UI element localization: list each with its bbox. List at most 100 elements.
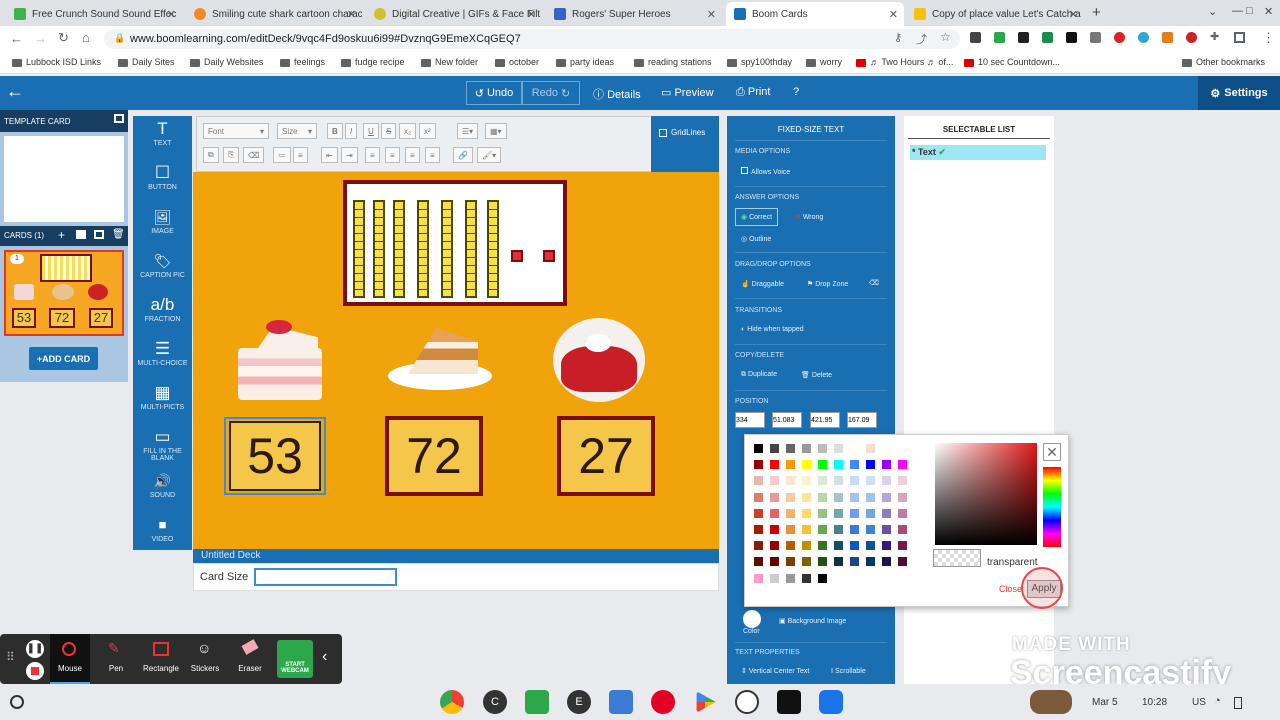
- background-image-button[interactable]: ▣ Background Image: [779, 617, 846, 625]
- color-swatch[interactable]: [753, 443, 764, 454]
- color-swatch[interactable]: [817, 443, 828, 454]
- undo-button[interactable]: ↺ Undo: [466, 81, 522, 105]
- minimize-icon[interactable]: —: [1232, 5, 1243, 17]
- color-swatch[interactable]: [817, 524, 828, 535]
- wifi-icon[interactable]: ◔: [1214, 695, 1221, 707]
- close-icon[interactable]: ✕: [527, 8, 536, 21]
- bookmark-item[interactable]: feelings: [280, 57, 325, 67]
- close-icon[interactable]: ✕: [1069, 8, 1078, 21]
- bookmark-item[interactable]: New folder: [421, 57, 478, 67]
- transparent-swatch[interactable]: [933, 549, 981, 567]
- stickers-tool-button[interactable]: ☺ Stickers: [186, 634, 224, 684]
- color-swatch[interactable]: [753, 475, 764, 487]
- align-left-icon[interactable]: ≡: [365, 147, 380, 163]
- color-swatch[interactable]: [849, 443, 860, 454]
- color-swatch[interactable]: [881, 556, 892, 568]
- reload-icon[interactable]: ↻: [58, 30, 69, 46]
- close-icon[interactable]: ✕: [707, 8, 716, 21]
- browser-tab[interactable]: Rogers' Super Heroes ✕: [546, 2, 722, 26]
- color-swatch[interactable]: [801, 459, 812, 471]
- tool-fill-blank[interactable]: ▭ FILL IN THE BLANK: [133, 424, 192, 472]
- color-swatch[interactable]: [817, 491, 828, 503]
- color-swatch[interactable]: [897, 491, 908, 503]
- avatar[interactable]: [1030, 690, 1072, 714]
- battery-icon[interactable]: [1234, 697, 1242, 709]
- browser-tab-active[interactable]: Boom Cards ✕: [726, 2, 904, 26]
- color-swatch[interactable]: [753, 556, 764, 568]
- pinterest-icon[interactable]: [651, 690, 675, 714]
- image-icon[interactable]: [76, 230, 86, 239]
- copy-format-icon[interactable]: ⧉: [203, 147, 219, 163]
- color-swatch[interactable]: [865, 524, 876, 535]
- panda-app-icon[interactable]: [735, 690, 759, 714]
- color-swatch[interactable]: [753, 459, 764, 471]
- color-swatch[interactable]: [897, 475, 908, 487]
- color-swatch[interactable]: [817, 507, 828, 519]
- pen-tool-button[interactable]: ✎ Pen: [96, 634, 136, 684]
- rectangle-tool-button[interactable]: Rectangle: [140, 634, 182, 684]
- tool-fraction[interactable]: a/b FRACTION: [133, 292, 192, 336]
- correct-button[interactable]: ◉ Correct: [735, 208, 779, 226]
- extension-icon[interactable]: [1186, 32, 1197, 43]
- italic-icon[interactable]: I: [345, 123, 358, 139]
- color-swatch[interactable]: [817, 459, 828, 471]
- extension-icon[interactable]: [970, 32, 981, 43]
- new-tab-icon[interactable]: +: [1092, 4, 1101, 21]
- align-right-icon[interactable]: ≡: [405, 147, 420, 163]
- subscript-icon[interactable]: x₂: [399, 123, 417, 139]
- duplicate-button[interactable]: ⧉ Duplicate: [741, 371, 777, 379]
- bookmark-item[interactable]: 10 sec Countdown...: [964, 57, 1060, 67]
- color-swatch[interactable]: [881, 540, 892, 552]
- strawberry-cake-image[interactable]: [234, 318, 326, 402]
- bold-icon[interactable]: B: [327, 123, 343, 139]
- bookmark-item[interactable]: party ideas: [556, 57, 614, 67]
- selectable-list-item[interactable]: * Text ✔: [910, 145, 1046, 160]
- strikethrough-icon[interactable]: S: [381, 123, 397, 139]
- color-swatch[interactable]: [753, 507, 764, 519]
- browser-tab[interactable]: Digital Creative | GIFs & Face Filt ✕: [366, 2, 542, 26]
- key-icon[interactable]: ⚷: [894, 31, 902, 44]
- redo-button[interactable]: Redo ↻: [522, 81, 580, 105]
- color-swatch[interactable]: [769, 524, 780, 535]
- paint-format-icon[interactable]: 🖌▾: [477, 147, 502, 163]
- strawberry-pie-image[interactable]: [553, 318, 645, 402]
- answer-box-53[interactable]: 53: [229, 421, 321, 491]
- color-swatch[interactable]: [785, 459, 796, 471]
- tool-caption-pic[interactable]: 🏷 CAPTION PIC: [133, 248, 192, 292]
- print-button[interactable]: ⎙ Print: [736, 86, 770, 99]
- color-swatch[interactable]: [849, 507, 860, 519]
- extension-icon[interactable]: [1066, 32, 1077, 43]
- color-swatch[interactable]: [849, 524, 860, 535]
- files-icon[interactable]: [609, 690, 633, 714]
- paste-format-icon[interactable]: ⎘: [223, 147, 240, 163]
- draggable-button[interactable]: ☝ Draggable: [741, 280, 784, 288]
- close-window-icon[interactable]: ✕: [1264, 5, 1273, 18]
- home-icon[interactable]: ⌂: [82, 30, 90, 45]
- close-icon[interactable]: ✕: [1043, 443, 1061, 461]
- color-swatch[interactable]: [849, 540, 860, 552]
- start-webcam-button[interactable]: START WEBCAM: [277, 640, 313, 678]
- sidepanel-icon[interactable]: [1234, 32, 1245, 43]
- color-swatch[interactable]: [865, 540, 876, 552]
- maximize-icon[interactable]: □: [1246, 5, 1253, 17]
- color-swatch[interactable]: [801, 540, 812, 552]
- color-swatch[interactable]: [785, 475, 796, 487]
- close-icon[interactable]: ✕: [347, 8, 356, 21]
- color-swatch[interactable]: [769, 507, 780, 519]
- position-x-input[interactable]: [735, 412, 765, 428]
- color-swatch[interactable]: [881, 491, 892, 503]
- color-swatch[interactable]: [817, 556, 828, 568]
- color-swatch[interactable]: [881, 475, 892, 487]
- share-icon[interactable]: ⤴: [916, 31, 927, 47]
- color-swatch[interactable]: [881, 524, 892, 535]
- browser-tab[interactable]: Copy of place value Let's Catch a ✕: [906, 2, 1084, 26]
- saturation-picker[interactable]: [935, 443, 1037, 545]
- outline-button[interactable]: ◎ Outline: [741, 235, 771, 243]
- color-swatch[interactable]: [817, 572, 828, 584]
- bookmark-item[interactable]: Other bookmarks: [1182, 57, 1265, 67]
- tool-sound[interactable]: 🔊 SOUND: [133, 468, 192, 512]
- color-swatch[interactable]: [785, 540, 796, 552]
- mouse-tool-button[interactable]: Mouse: [50, 634, 90, 684]
- gridlines-toggle[interactable]: GridLines: [651, 116, 719, 172]
- width-input[interactable]: [810, 412, 840, 428]
